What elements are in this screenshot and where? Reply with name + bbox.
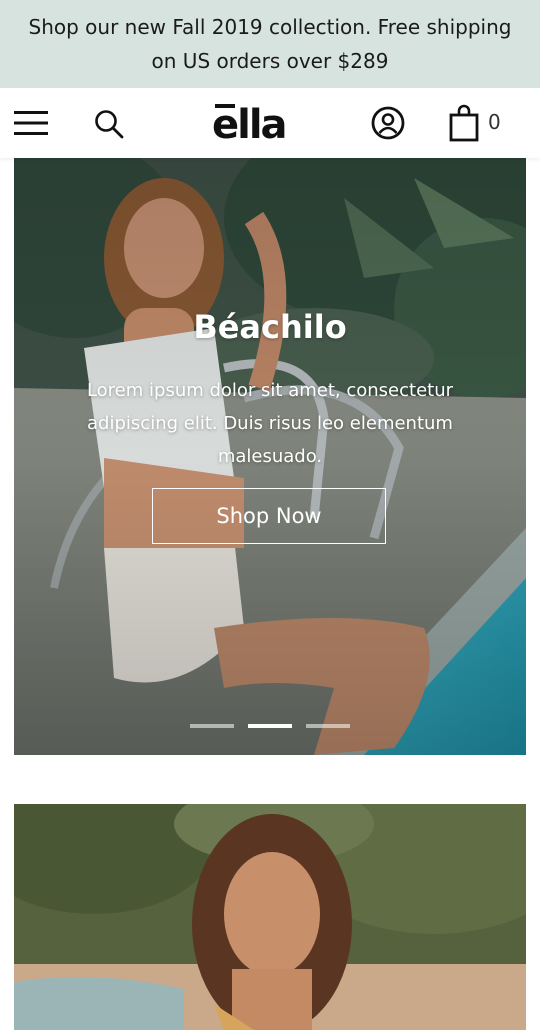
beach-image (14, 804, 526, 1030)
account-icon[interactable] (370, 105, 406, 141)
menu-icon[interactable] (14, 109, 48, 137)
site-header: ella 0 (0, 88, 540, 158)
hero-title: Béachilo (193, 308, 347, 346)
cart-count: 0 (488, 110, 501, 134)
slider-dot-3[interactable] (306, 724, 350, 728)
hero-slide[interactable]: Béachilo Lorem ipsum dolor sit amet, con… (14, 158, 526, 755)
shop-now-button[interactable]: Shop Now (152, 488, 386, 544)
cart-icon[interactable] (448, 104, 480, 142)
secondary-banner[interactable] (14, 804, 526, 1030)
hero-description: Lorem ipsum dolor sit amet, consectetur … (86, 380, 454, 467)
logo-text: ella (212, 102, 288, 148)
slider-dot-2[interactable] (248, 724, 292, 728)
announcement-bar: Shop our new Fall 2019 collection. Free … (0, 0, 540, 88)
slider-pagination (14, 722, 526, 730)
announcement-text: Shop our new Fall 2019 collection. Free … (28, 15, 512, 73)
logo[interactable]: ella (212, 102, 302, 148)
search-icon[interactable] (93, 108, 125, 140)
slider-dot-1[interactable] (190, 724, 234, 728)
